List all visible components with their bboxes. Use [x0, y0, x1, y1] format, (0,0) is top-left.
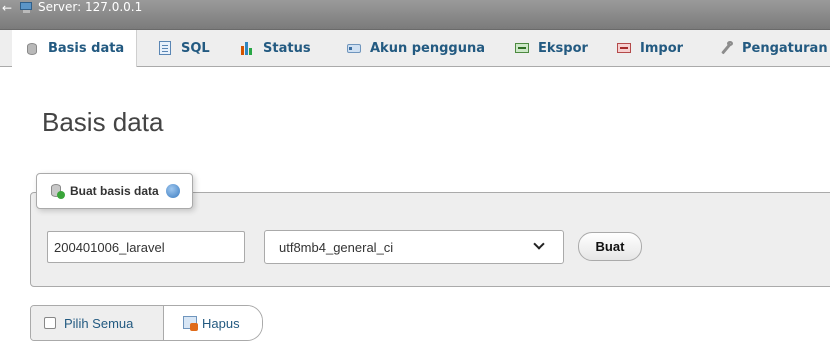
tab-export[interactable]: Ekspor — [502, 30, 600, 66]
select-all-checkbox[interactable] — [44, 317, 56, 329]
tab-settings-label: Pengaturan — [742, 40, 828, 56]
database-name-input[interactable] — [47, 231, 245, 263]
wrench-icon — [718, 40, 734, 56]
create-database-button[interactable]: Buat — [578, 232, 642, 261]
delete-label: Hapus — [202, 315, 240, 331]
status-icon — [239, 40, 255, 56]
tab-status-label: Status — [263, 40, 311, 56]
server-icon — [20, 2, 34, 13]
help-icon[interactable] — [165, 184, 180, 198]
create-database-legend: Buat basis data — [36, 173, 193, 209]
select-all-button[interactable]: Pilih Semua — [31, 306, 164, 340]
tab-import[interactable]: Impor — [604, 30, 695, 66]
server-label[interactable]: Server: 127.0.0.1 — [38, 1, 142, 14]
export-icon — [514, 40, 530, 56]
database-icon — [24, 41, 40, 57]
tab-user-accounts-label: Akun pengguna — [370, 40, 486, 56]
back-arrow-icon[interactable]: ← — [2, 2, 12, 14]
delete-icon — [182, 315, 198, 331]
main-tab-bar: Basis data SQL Status Akun pengguna Eksp… — [0, 30, 830, 67]
tab-sql[interactable]: SQL — [145, 30, 222, 66]
page-title: Basis data — [42, 107, 164, 137]
sql-icon — [157, 40, 173, 56]
tab-databases[interactable]: Basis data — [12, 30, 138, 67]
tab-status[interactable]: Status — [227, 30, 323, 66]
select-all-label: Pilih Semua — [64, 315, 134, 331]
collation-select-value: utf8mb4_general_ci — [279, 239, 394, 255]
tab-settings[interactable]: Pengaturan — [706, 30, 830, 66]
server-breadcrumb-bar: ← Server: 127.0.0.1 — [0, 0, 830, 30]
collation-select[interactable]: utf8mb4_general_ci — [264, 230, 564, 264]
server-breadcrumb[interactable]: Server: 127.0.0.1 — [20, 1, 142, 14]
database-actions-bar: Pilih Semua Hapus — [30, 305, 263, 341]
chevron-down-icon — [533, 238, 545, 250]
tab-import-label: Impor — [640, 40, 684, 56]
delete-button[interactable]: Hapus — [164, 306, 262, 340]
tab-user-accounts[interactable]: Akun pengguna — [334, 30, 497, 66]
import-icon — [616, 40, 632, 56]
new-database-icon — [49, 183, 65, 199]
create-database-legend-label: Buat basis data — [70, 184, 159, 198]
user-accounts-icon — [346, 40, 362, 56]
tab-export-label: Ekspor — [538, 40, 588, 56]
tab-sql-label: SQL — [181, 40, 210, 56]
tab-databases-label: Basis data — [48, 41, 125, 56]
